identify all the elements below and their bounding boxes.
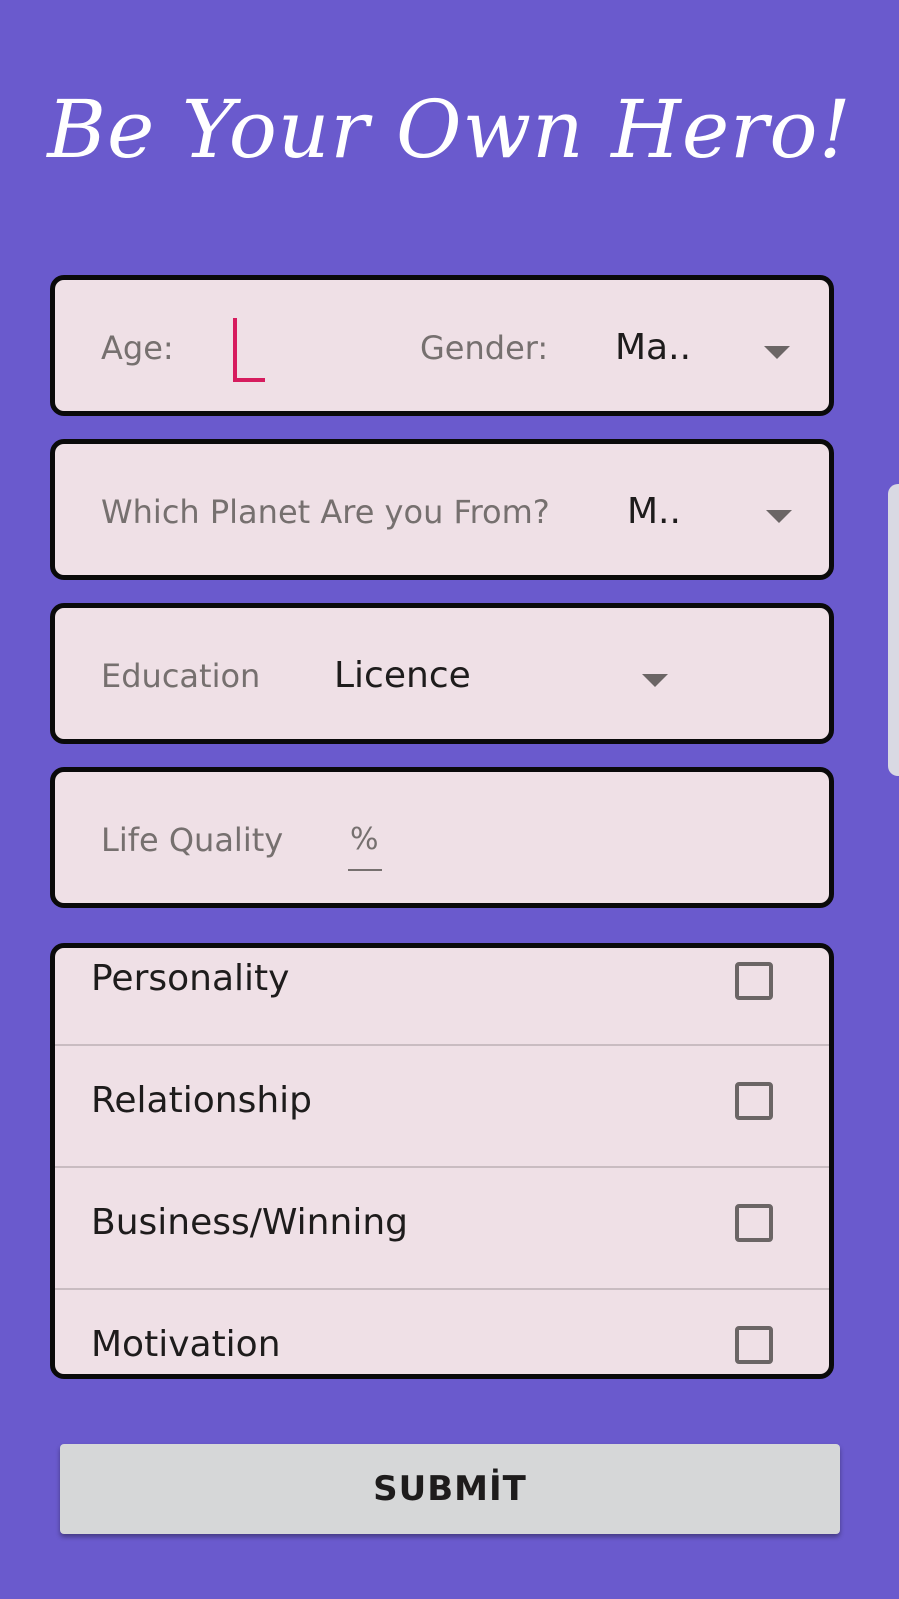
interests-list: Personality Relationship Business/Winnin… [50, 943, 834, 1379]
relationship-checkbox[interactable] [735, 1082, 773, 1120]
interest-label: Relationship [91, 1080, 312, 1121]
list-item[interactable]: Relationship [55, 1046, 829, 1168]
business-winning-checkbox[interactable] [735, 1204, 773, 1242]
planet-value: M.. [627, 491, 681, 532]
chevron-down-icon [766, 510, 792, 523]
planet-label: Which Planet Are you From? [101, 493, 550, 531]
edge-panel-handle[interactable] [888, 484, 899, 776]
education-card: Education Licence [50, 603, 834, 744]
age-input[interactable] [220, 310, 340, 390]
age-input-underline [233, 378, 265, 382]
gender-dropdown[interactable]: Ma.. [605, 310, 815, 390]
interest-label: Personality [91, 958, 290, 999]
planet-dropdown[interactable]: M.. [615, 474, 815, 554]
text-cursor [233, 318, 237, 378]
education-label: Education [101, 657, 261, 695]
education-dropdown[interactable]: Licence [325, 638, 695, 718]
interest-label: Motivation [91, 1324, 281, 1365]
personality-checkbox[interactable] [735, 962, 773, 1000]
age-gender-card: Age: Gender: Ma.. [50, 275, 834, 416]
motivation-checkbox[interactable] [735, 1326, 773, 1364]
life-quality-placeholder: % [350, 822, 379, 857]
life-quality-input[interactable]: % [345, 802, 405, 882]
gender-value: Ma.. [615, 327, 692, 368]
submit-button[interactable]: SUBMİT [60, 1444, 840, 1534]
chevron-down-icon [642, 674, 668, 687]
education-value: Licence [334, 655, 471, 696]
gender-label: Gender: [420, 329, 549, 367]
life-quality-label: Life Quality [101, 821, 284, 859]
age-label: Age: [101, 329, 174, 367]
app-title: Be Your Own Hero! [47, 83, 852, 176]
list-item[interactable]: Business/Winning [55, 1168, 829, 1290]
chevron-down-icon [764, 346, 790, 359]
planet-card: Which Planet Are you From? M.. [50, 439, 834, 580]
interest-label: Business/Winning [91, 1202, 408, 1243]
life-quality-card: Life Quality % [50, 767, 834, 908]
life-quality-underline [348, 869, 382, 871]
list-item[interactable]: Motivation [55, 1290, 829, 1374]
